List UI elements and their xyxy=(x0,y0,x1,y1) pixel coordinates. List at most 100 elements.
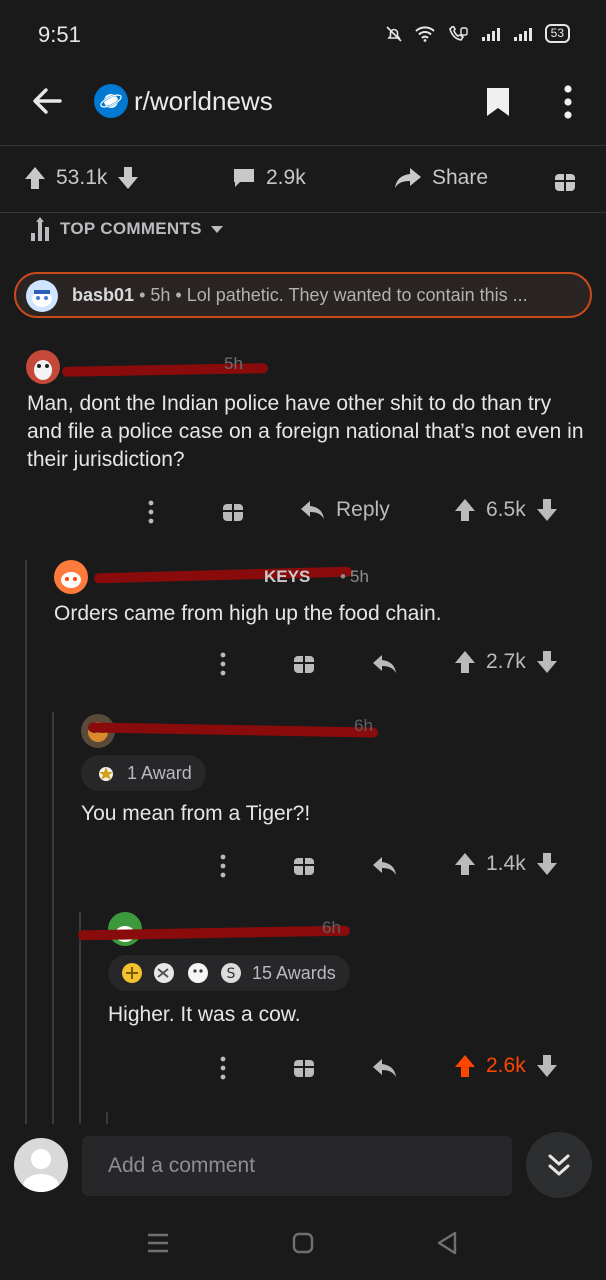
comment-body: Higher. It was a cow. xyxy=(108,1003,301,1026)
back-arrow-icon[interactable] xyxy=(30,84,64,118)
comment-vote-group: 2.6k xyxy=(454,1054,558,1078)
reply-arrow-icon[interactable] xyxy=(372,654,398,674)
highlighted-comment-text: basb01 • 5h • Lol pathetic. They wanted … xyxy=(72,285,528,305)
expand-comments-button[interactable] xyxy=(526,1132,592,1198)
award-icon xyxy=(99,767,113,781)
action-divider xyxy=(0,212,606,213)
highlighted-comment[interactable]: basb01 • 5h • Lol pathetic. They wanted … xyxy=(14,272,592,318)
reply-arrow-icon[interactable] xyxy=(372,1058,398,1078)
snoo-avatar-icon xyxy=(32,290,52,307)
redacted-username xyxy=(87,722,379,738)
award-count: 15 Awards xyxy=(252,962,336,983)
snoo-avatar-icon xyxy=(61,572,81,588)
comment-body: Man, dont the Indian police have other s… xyxy=(27,392,584,471)
post-vote-group: 53.1k xyxy=(24,166,139,190)
comment-age: 6h xyxy=(354,716,373,735)
post-comment-count: 2.9k xyxy=(266,166,306,189)
award-cluster-icon: S xyxy=(122,963,241,983)
reply-arrow-icon[interactable] xyxy=(372,856,398,876)
thread-line xyxy=(79,912,81,1125)
upvote-arrow-icon[interactable] xyxy=(454,650,476,674)
double-chevron-down-icon xyxy=(548,1154,570,1176)
upvote-arrow-icon[interactable] xyxy=(24,166,46,190)
downvote-arrow-icon[interactable] xyxy=(117,166,139,190)
comment-action-bar: 2.6k xyxy=(0,1050,606,1086)
post-action-bar: 53.1k 2.9k Share xyxy=(0,146,606,214)
sort-bars-icon xyxy=(31,217,49,241)
caret-down-icon xyxy=(210,226,223,233)
redacted-username xyxy=(93,566,353,584)
recent-apps-icon[interactable] xyxy=(146,1232,170,1254)
thread-line xyxy=(25,560,27,1125)
signal-2-icon xyxy=(513,27,532,41)
post-share-button[interactable]: Share xyxy=(394,166,488,190)
system-nav-bar xyxy=(0,1212,606,1280)
meta-separator: • xyxy=(340,567,346,586)
more-options-icon[interactable] xyxy=(560,84,576,120)
avatar[interactable] xyxy=(14,1138,68,1192)
award-gift-icon[interactable] xyxy=(293,854,315,876)
comment-action-bar: 2.7k xyxy=(0,646,606,682)
post-score: 53.1k xyxy=(56,166,108,189)
post-comments-button[interactable]: 2.9k xyxy=(232,166,306,190)
comment-age: 5h xyxy=(350,567,369,586)
reply-label: Reply xyxy=(336,498,390,521)
award-pill[interactable]: 1 Award xyxy=(81,755,206,791)
add-comment-input[interactable] xyxy=(82,1136,512,1196)
comment-vote-group: 2.7k xyxy=(454,650,558,674)
downvote-arrow-icon[interactable] xyxy=(536,498,558,522)
more-options-icon[interactable] xyxy=(220,652,226,676)
comment-action-bar: 1.4k xyxy=(0,848,606,884)
award-pill[interactable]: S 15 Awards xyxy=(108,955,350,991)
more-options-icon[interactable] xyxy=(148,500,154,524)
status-bar: 9:51 53 xyxy=(0,0,606,72)
penguin-avatar-icon xyxy=(34,360,52,380)
share-arrow-icon xyxy=(395,168,421,188)
award-gift-icon[interactable] xyxy=(293,652,315,674)
mute-bell-icon xyxy=(386,25,402,42)
bookmark-icon[interactable] xyxy=(484,86,512,118)
comment-preview: Lol pathetic. They wanted to contain thi… xyxy=(186,285,528,305)
status-time: 9:51 xyxy=(38,22,81,47)
top-app-bar xyxy=(0,72,606,144)
share-label: Share xyxy=(432,166,489,189)
comment-vote-group: 6.5k xyxy=(454,498,558,522)
award-gift-icon[interactable] xyxy=(222,500,244,522)
reply-arrow-icon xyxy=(301,501,324,519)
more-options-icon[interactable] xyxy=(220,1056,226,1080)
sort-dropdown[interactable]: TOP COMMENTS xyxy=(30,214,224,244)
home-icon[interactable] xyxy=(292,1232,314,1254)
award-gift-icon[interactable] xyxy=(293,1056,315,1078)
volte-icon xyxy=(448,25,468,41)
comment-age: 6h xyxy=(322,918,341,937)
subreddit-icon[interactable] xyxy=(94,84,128,118)
downvote-arrow-icon[interactable] xyxy=(536,650,558,674)
svg-text:S: S xyxy=(227,966,236,982)
downvote-arrow-icon[interactable] xyxy=(536,852,558,876)
avatar[interactable] xyxy=(54,560,88,594)
award-gift-icon[interactable] xyxy=(554,170,576,192)
reply-button[interactable]: Reply xyxy=(300,498,390,522)
upvote-arrow-icon[interactable] xyxy=(454,498,476,522)
upvote-arrow-icon[interactable] xyxy=(454,852,476,876)
battery-indicator: 53 xyxy=(544,24,570,43)
upvote-arrow-active-icon[interactable] xyxy=(454,1054,476,1078)
signal-1-icon xyxy=(481,27,500,41)
back-triangle-icon[interactable] xyxy=(436,1231,458,1255)
comment-username-tail: KEYS xyxy=(264,567,311,586)
comment-age: 5h xyxy=(150,285,171,305)
award-count: 1 Award xyxy=(127,762,192,783)
more-options-icon[interactable] xyxy=(220,854,226,878)
subreddit-name[interactable]: r/worldnews xyxy=(134,86,273,117)
status-icons: 53 xyxy=(385,24,570,43)
user-silhouette-icon xyxy=(23,1149,59,1192)
avatar[interactable] xyxy=(26,350,60,384)
comment-score: 2.6k xyxy=(486,1054,526,1077)
comment-bubble-icon xyxy=(234,169,254,187)
sort-label: TOP COMMENTS xyxy=(60,219,202,238)
comment-body: Orders came from high up the food chain. xyxy=(54,602,442,625)
downvote-arrow-icon[interactable] xyxy=(536,1054,558,1078)
comment-body: You mean from a Tiger?! xyxy=(81,802,311,825)
avatar xyxy=(26,280,58,312)
comment-username[interactable]: basb01 xyxy=(72,285,134,305)
